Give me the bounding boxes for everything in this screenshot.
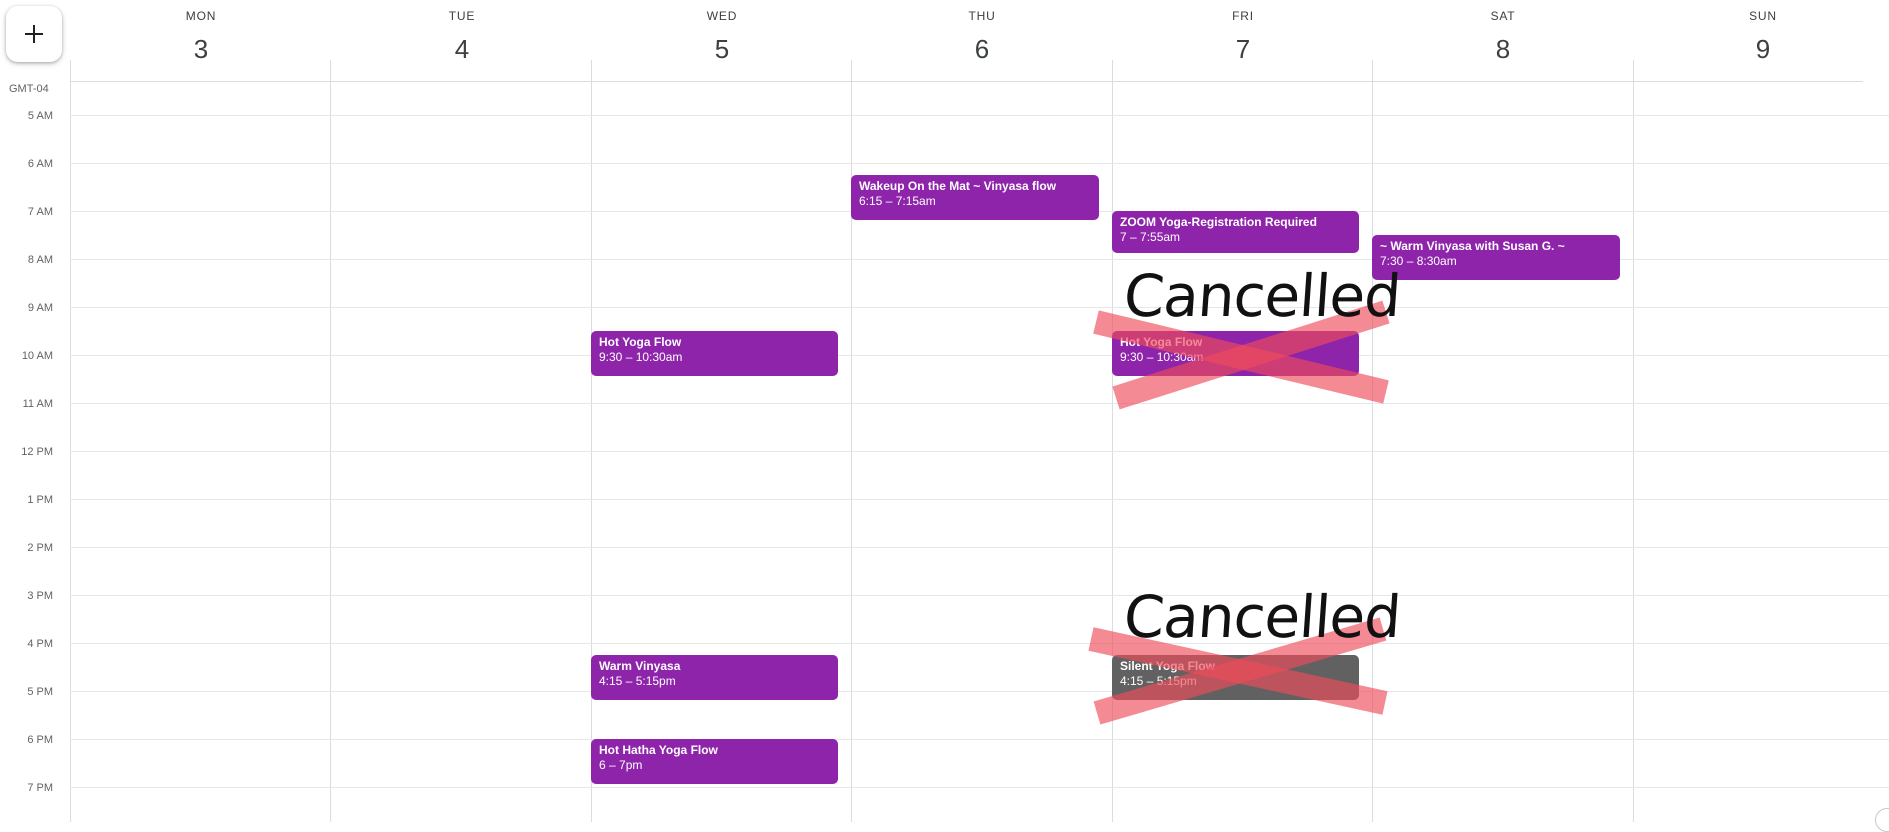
hour-label: 8 AM — [27, 254, 53, 266]
day-of-week: THU — [968, 9, 996, 23]
hour-label: 4 PM — [27, 638, 53, 650]
hour-label: 5 PM — [27, 686, 53, 698]
event-title: Hot Hatha Yoga Flow — [599, 743, 718, 757]
day-number[interactable]: 5 — [592, 34, 852, 65]
hour-label: 11 AM — [22, 398, 53, 410]
event-title: Hot Yoga Flow — [1120, 335, 1203, 349]
hour-gridline — [70, 355, 1889, 356]
day-of-week: SUN — [1749, 9, 1777, 23]
event-time: 6:15 – 7:15am — [859, 194, 936, 208]
hour-gridline — [70, 643, 1889, 644]
day-column-divider — [1633, 60, 1634, 822]
hour-label: 1 PM — [27, 494, 53, 506]
hour-label: 6 PM — [27, 734, 53, 746]
calendar-event[interactable]: Wakeup On the Mat ~ Vinyasa flow 6:15 – … — [851, 175, 1099, 220]
day-number[interactable]: 3 — [71, 34, 331, 65]
day-number[interactable]: 8 — [1373, 34, 1633, 65]
day-column-divider — [591, 60, 592, 822]
create-button[interactable] — [6, 6, 62, 62]
day-column-divider — [330, 60, 331, 822]
hour-gridline — [70, 307, 1889, 308]
event-time: 6 – 7pm — [599, 758, 643, 772]
hour-gridline — [70, 739, 1889, 740]
hour-label: 7 AM — [27, 206, 53, 218]
event-title: Silent Yoga Flow — [1120, 659, 1215, 673]
day-of-week: WED — [706, 9, 738, 23]
day-column-divider — [70, 60, 71, 822]
day-number[interactable]: 6 — [852, 34, 1112, 65]
timezone-label: GMT-04 — [9, 83, 49, 95]
calendar-event[interactable]: Hot Hatha Yoga Flow 6 – 7pm — [591, 739, 838, 784]
hour-label: 5 AM — [27, 110, 53, 122]
hour-gridline — [70, 163, 1889, 164]
event-title: Wakeup On the Mat ~ Vinyasa flow — [859, 179, 1057, 193]
hour-gridline — [70, 787, 1889, 788]
hour-gridline — [70, 547, 1889, 548]
hour-label: 9 AM — [27, 302, 53, 314]
hour-gridline — [70, 499, 1889, 500]
day-column-divider — [1372, 60, 1373, 822]
calendar-event[interactable]: ~ Warm Vinyasa with Susan G. ~ 7:30 – 8:… — [1372, 235, 1620, 280]
cancelled-annotation: Cancelled — [1121, 262, 1403, 330]
hour-label: 3 PM — [27, 590, 53, 602]
plus-icon — [25, 25, 43, 43]
hour-gridline — [70, 691, 1889, 692]
day-column-divider — [851, 60, 852, 822]
hour-gridline — [70, 595, 1889, 596]
hour-gridline — [70, 403, 1889, 404]
hour-label: 12 PM — [21, 446, 53, 458]
event-title: Hot Yoga Flow — [599, 335, 682, 349]
hour-label: 6 AM — [27, 158, 53, 170]
cancelled-annotation: Cancelled — [1121, 583, 1403, 651]
calendar-event[interactable]: Warm Vinyasa 4:15 – 5:15pm — [591, 655, 838, 700]
event-title: ~ Warm Vinyasa with Susan G. ~ — [1380, 239, 1565, 253]
calendar-event[interactable]: Hot Yoga Flow 9:30 – 10:30am — [1112, 331, 1359, 376]
hour-label: 2 PM — [27, 542, 53, 554]
day-of-week: TUE — [448, 9, 476, 23]
event-title: Warm Vinyasa — [599, 659, 681, 673]
event-time: 9:30 – 10:30am — [599, 350, 683, 364]
day-column-divider — [1112, 60, 1113, 822]
hour-gridline — [70, 115, 1889, 116]
event-time: 7 – 7:55am — [1120, 230, 1181, 244]
calendar-event[interactable]: Hot Yoga Flow 9:30 – 10:30am — [591, 331, 838, 376]
day-number[interactable]: 4 — [332, 34, 592, 65]
day-number[interactable]: 9 — [1633, 34, 1889, 65]
hour-label: 10 AM — [21, 350, 53, 362]
day-number[interactable]: 7 — [1113, 34, 1373, 65]
day-of-week: SAT — [1490, 9, 1516, 23]
header-divider — [70, 81, 1863, 82]
event-time: 4:15 – 5:15pm — [599, 674, 676, 688]
hour-gridline — [70, 451, 1889, 452]
event-title: ZOOM Yoga-Registration Required — [1120, 215, 1317, 229]
day-of-week: FRI — [1232, 9, 1254, 23]
event-time: 4:15 – 5:15pm — [1120, 674, 1197, 688]
event-time: 7:30 – 8:30am — [1380, 254, 1457, 268]
hour-label: 7 PM — [27, 782, 53, 794]
calendar-event[interactable]: Silent Yoga Flow 4:15 – 5:15pm — [1112, 655, 1359, 700]
day-of-week: MON — [185, 9, 217, 23]
scroll-corner[interactable] — [1875, 808, 1889, 832]
calendar-event[interactable]: ZOOM Yoga-Registration Required 7 – 7:55… — [1112, 211, 1359, 253]
event-time: 9:30 – 10:30am — [1120, 350, 1204, 364]
